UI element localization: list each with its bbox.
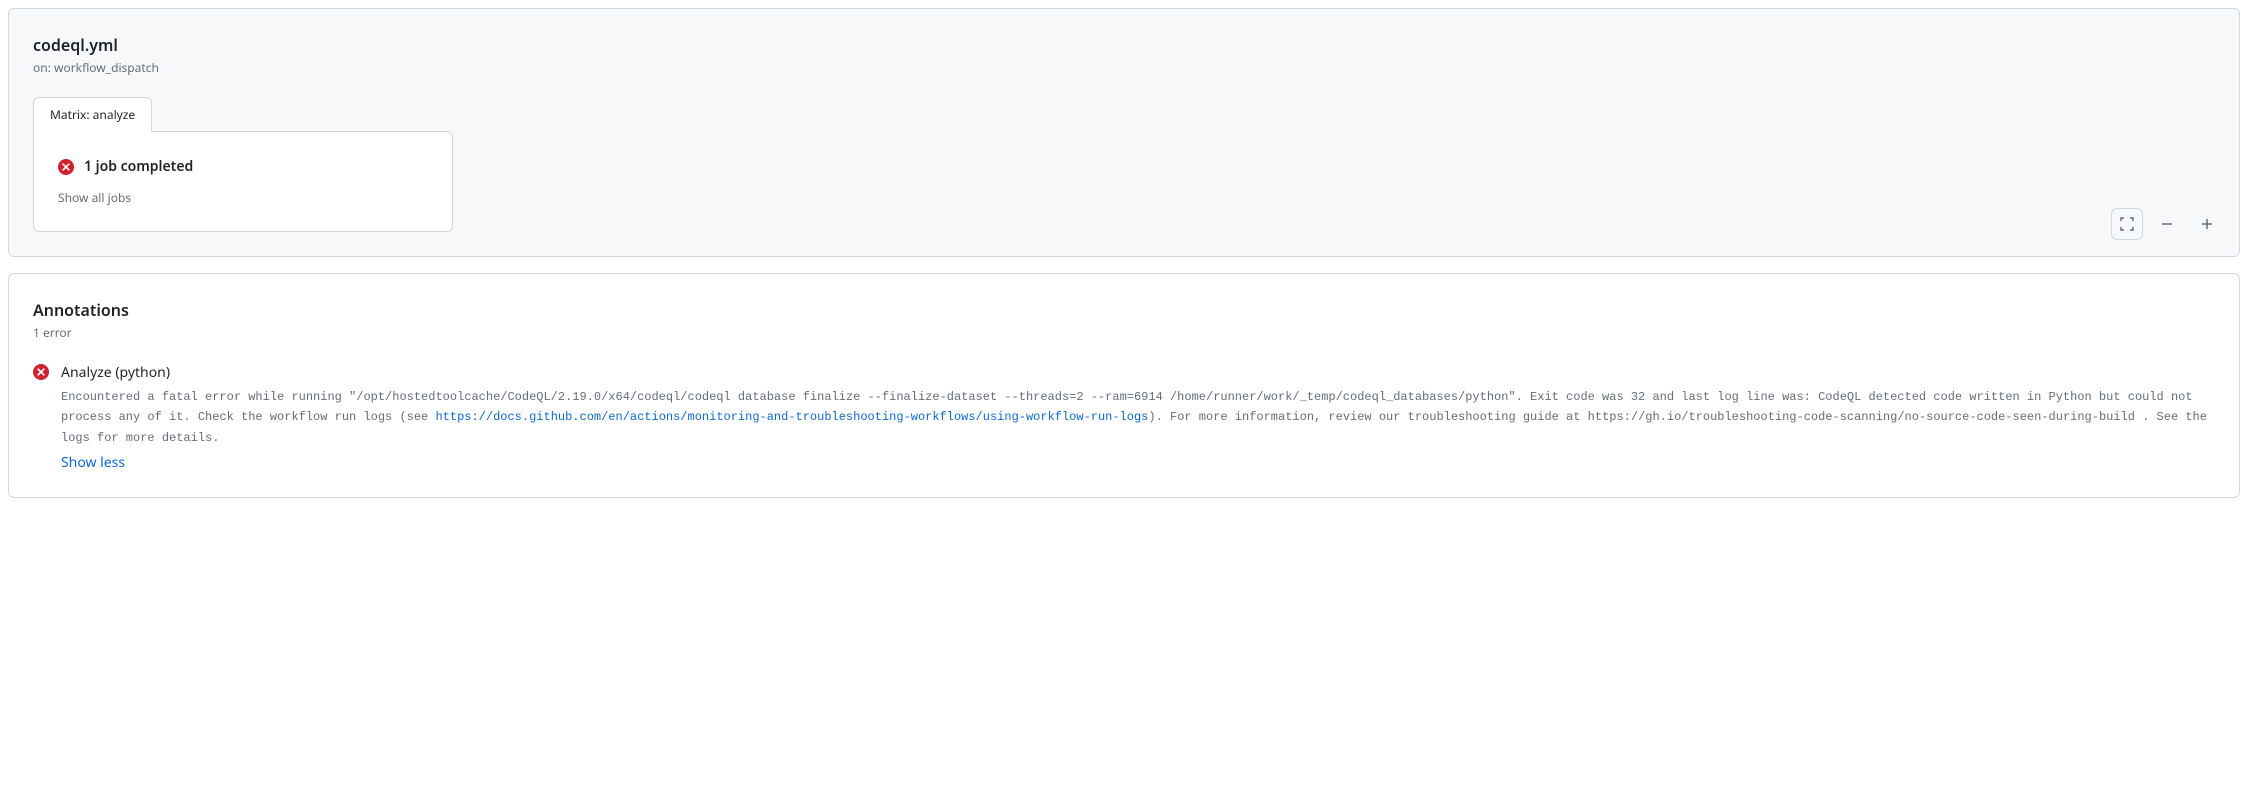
annotation-body: Encountered a fatal error while running …: [61, 387, 2215, 448]
annotations-count: 1 error: [33, 324, 2215, 342]
zoom-out-button[interactable]: [2151, 208, 2183, 240]
error-icon: [58, 159, 74, 175]
workflow-panel: codeql.yml on: workflow_dispatch Matrix:…: [8, 8, 2240, 257]
workflow-trigger: on: workflow_dispatch: [33, 59, 2215, 77]
error-icon: [33, 364, 49, 380]
zoom-in-button[interactable]: [2191, 208, 2223, 240]
annotations-title: Annotations: [33, 298, 2215, 322]
job-status-text: 1 job completed: [84, 156, 193, 177]
annotation-link[interactable]: https://docs.github.com/en/actions/monit…: [435, 410, 1148, 424]
graph-toolbar: [2111, 208, 2223, 240]
annotation-content: Analyze (python) Encountered a fatal err…: [61, 362, 2215, 473]
annotation-heading: Analyze (python): [61, 362, 2215, 383]
workflow-title: codeql.yml: [33, 33, 2215, 57]
annotations-panel: Annotations 1 error Analyze (python) Enc…: [8, 273, 2240, 498]
fullscreen-button[interactable]: [2111, 208, 2143, 240]
job-card[interactable]: 1 job completed Show all jobs: [33, 131, 453, 232]
matrix-tab[interactable]: Matrix: analyze: [33, 97, 152, 132]
show-all-jobs-link[interactable]: Show all jobs: [58, 189, 428, 207]
annotation-item: Analyze (python) Encountered a fatal err…: [33, 362, 2215, 473]
show-less-link[interactable]: Show less: [61, 452, 125, 473]
job-status-row: 1 job completed: [58, 156, 428, 177]
annotation-error-icon: [33, 362, 49, 473]
